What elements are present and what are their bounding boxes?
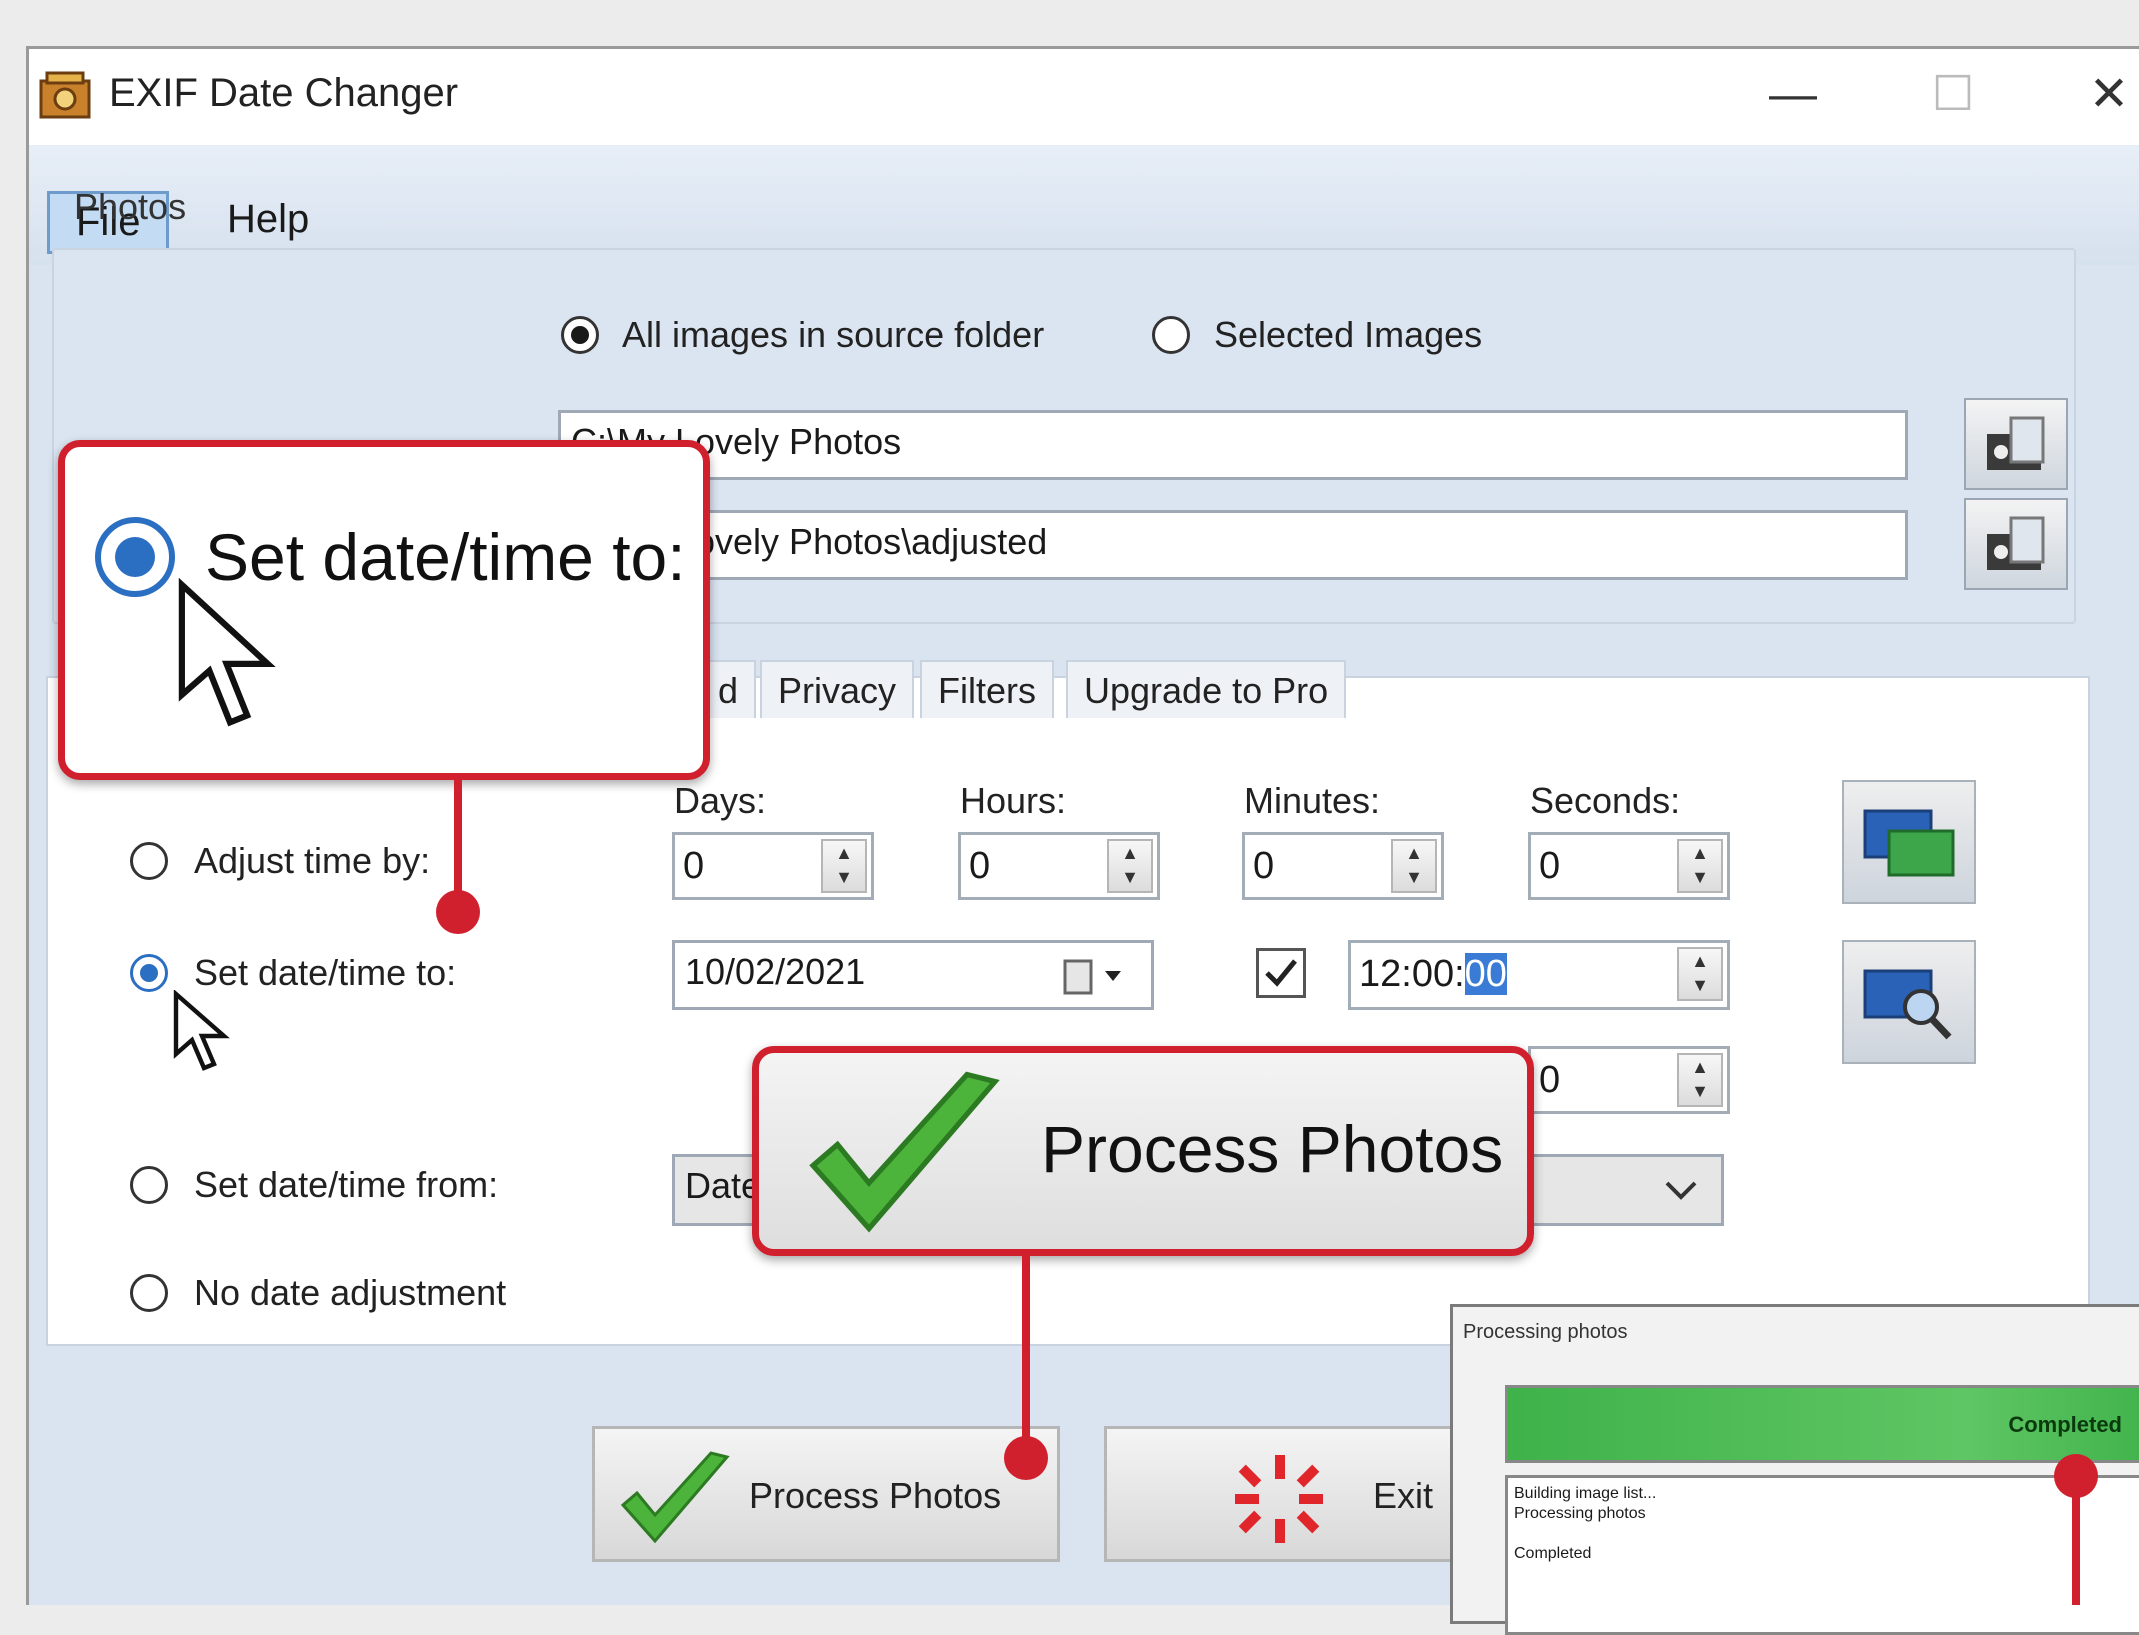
seconds-spinner[interactable]: 0 ▲ ▼ [1528,832,1730,900]
callout-anchor-dot [1004,1436,1048,1480]
spin-arrows-icon[interactable]: ▲ ▼ [1677,1053,1723,1107]
magnifier-picture-icon [1863,969,1952,1040]
minutes-value: 0 [1253,845,1275,887]
maximize-button[interactable]: ☐ [1913,65,1993,125]
log-line: Completed [1514,1545,1592,1562]
processing-dialog: Processing photos Completed Building ima… [1450,1304,2139,1635]
progress-bar-text: Completed [2008,1412,2122,1437]
date-value: 10/02/2021 [685,951,866,992]
radio-set-datetime-label: Set date/time to: [194,952,457,993]
photos-group-label: Photos [74,186,187,227]
folder-camera-icon [1987,516,2045,570]
radio-set-datetime-from[interactable] [130,1166,168,1204]
callout-anchor-dot [436,890,480,934]
spin-arrows-icon[interactable]: ▲ ▼ [821,839,867,893]
hours-label: Hours: [960,780,1067,821]
spin-arrows-icon[interactable]: ▲ ▼ [1391,839,1437,893]
seconds-value: 0 [1539,845,1561,887]
tab-upgrade-to-pro[interactable]: Upgrade to Pro [1066,660,1347,718]
radio-no-date-adjustment-label: No date adjustment [194,1272,507,1313]
callout-connector-line [2072,1490,2080,1605]
browse-source-button[interactable] [1964,398,2068,490]
destination-folder-input[interactable]: C:\My Lovely Photos\adjusted [558,510,1908,580]
time-value-selected: 00 [1464,953,1507,995]
spin-arrows-icon[interactable]: ▲ ▼ [1677,947,1723,1001]
browse-destination-button[interactable] [1964,498,2068,590]
radio-set-datetime[interactable] [130,954,168,992]
mouse-cursor-icon [178,577,276,727]
chevron-down-icon [1665,1181,1697,1200]
progress-bar: Completed [1505,1385,2139,1463]
processing-dialog-title: Processing photos [1463,1321,1628,1343]
app-icon [39,69,95,121]
date-picker[interactable]: 10/02/2021 [672,940,1154,1010]
radio-all-images[interactable] [561,316,599,354]
mouse-cursor-icon [173,990,230,1071]
exit-label: Exit [1373,1475,1434,1516]
checkmark-icon [1265,959,1297,987]
close-button[interactable]: ✕ [2069,65,2139,125]
minimize-button[interactable]: — [1753,65,1833,125]
callout-radio-icon [95,517,175,597]
spin-arrows-icon[interactable]: ▲ ▼ [1677,839,1723,893]
exit-burst-icon [1235,1455,1323,1543]
days-label: Days: [674,780,767,821]
view-image-button[interactable] [1842,940,1976,1064]
exit-button[interactable]: Exit [1104,1426,1464,1562]
hours-spinner[interactable]: 0 ▲ ▼ [958,832,1160,900]
hours-value: 0 [969,845,991,887]
radio-adjust-time[interactable] [130,842,168,880]
seconds-label: Seconds: [1530,780,1681,821]
time-value: 12:00: [1359,953,1465,995]
folder-camera-icon [1987,416,2045,470]
spin-arrows-icon[interactable]: ▲ ▼ [1107,839,1153,893]
tab-filters[interactable]: Filters [920,660,1054,718]
minutes-label: Minutes: [1244,780,1381,821]
callout-set-datetime: Set date/time to: [58,440,710,780]
radio-adjust-time-label: Adjust time by: [194,840,431,881]
days-spinner[interactable]: 0 ▲ ▼ [672,832,874,900]
radio-set-datetime-from-label: Set date/time from: [194,1164,499,1205]
calendar-dropdown-icon[interactable] [1061,955,1131,999]
log-line: Building image list... [1514,1485,1657,1502]
process-photos-button[interactable]: Process Photos [592,1426,1060,1562]
radio-selected-images-label: Selected Images [1214,314,1483,355]
offset-value: 0 [1539,1059,1561,1101]
process-photos-label: Process Photos [749,1475,1002,1516]
window-title: EXIF Date Changer [109,71,459,115]
time-spinner[interactable]: 12:00:00 ▲ ▼ [1348,940,1730,1010]
radio-all-images-label: All images in source folder [622,314,1045,355]
log-line: Processing photos [1514,1505,1646,1522]
processing-log: Building image list... Processing photos… [1505,1475,2139,1635]
title-bar: EXIF Date Changer — ☐ ✕ [29,49,2139,145]
days-value: 0 [683,845,705,887]
pictures-icon [1863,809,1955,877]
source-folder-input[interactable]: C:\My Lovely Photos [558,410,1908,480]
callout-process-photos: Process Photos [752,1046,1534,1256]
offset-spinner[interactable]: 0 ▲ ▼ [1528,1046,1730,1114]
callout-connector-line [1022,1254,1030,1454]
minutes-spinner[interactable]: 0 ▲ ▼ [1242,832,1444,900]
tab-privacy[interactable]: Privacy [760,660,915,718]
callout-process-photos-text: Process Photos [1041,1112,1504,1186]
radio-selected-images[interactable] [1152,316,1190,354]
green-checkmark-icon [620,1451,730,1544]
menu-bar: File Help [29,145,2139,265]
radio-no-date-adjustment[interactable] [130,1274,168,1312]
time-enabled-checkbox[interactable] [1256,948,1306,998]
green-checkmark-icon [809,1071,1000,1233]
preview-images-button[interactable] [1842,780,1976,904]
callout-connector-line [454,776,462,906]
menu-help[interactable]: Help [201,191,335,248]
date-source-value: Date [685,1165,762,1206]
